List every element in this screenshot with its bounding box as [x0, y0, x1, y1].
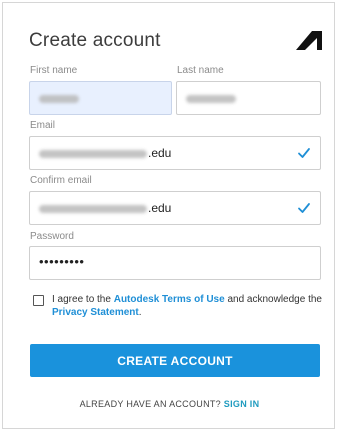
last-name-label: Last name — [177, 65, 224, 76]
card-header: Create account — [29, 29, 323, 57]
last-name-obscured-value — [186, 95, 236, 103]
confirm-email-visible-suffix: .edu — [148, 201, 172, 215]
confirm-email-input[interactable]: .edu — [29, 191, 321, 225]
email-obscured-value — [39, 150, 147, 158]
create-account-card: Create account First name Last name Emai… — [2, 2, 335, 429]
password-masked-value: ••••••••• — [39, 254, 85, 269]
email-label: Email — [30, 120, 56, 131]
confirm-email-valid-check-icon — [298, 203, 310, 213]
last-name-input[interactable] — [176, 81, 321, 115]
first-name-obscured-value — [39, 95, 79, 103]
password-input[interactable]: ••••••••• — [29, 246, 321, 280]
terms-text-after: . — [138, 307, 142, 318]
terms-text-before: I agree to the — [52, 294, 114, 305]
password-label: Password — [30, 231, 74, 242]
sign-in-row: ALREADY HAVE AN ACCOUNT? SIGN IN — [3, 399, 336, 409]
sign-in-prompt: ALREADY HAVE AN ACCOUNT? — [79, 399, 224, 409]
first-name-input[interactable] — [29, 81, 172, 115]
email-input[interactable]: .edu — [29, 136, 321, 170]
page-title: Create account — [29, 30, 161, 51]
sign-in-link[interactable]: SIGN IN — [224, 399, 260, 409]
email-visible-suffix: .edu — [148, 146, 172, 160]
terms-of-use-link[interactable]: Autodesk Terms of Use — [114, 294, 225, 305]
email-valid-check-icon — [298, 148, 310, 158]
autodesk-logo-icon — [296, 31, 322, 50]
first-name-label: First name — [30, 65, 78, 76]
confirm-email-obscured-value — [39, 205, 147, 213]
terms-text-middle: and acknowledge the — [224, 294, 322, 305]
create-account-button[interactable]: CREATE ACCOUNT — [30, 344, 320, 377]
confirm-email-label: Confirm email — [30, 175, 92, 186]
terms-text: I agree to the Autodesk Terms of Use and… — [52, 293, 322, 319]
privacy-statement-link[interactable]: Privacy Statement — [52, 307, 139, 318]
terms-checkbox[interactable] — [33, 295, 44, 306]
